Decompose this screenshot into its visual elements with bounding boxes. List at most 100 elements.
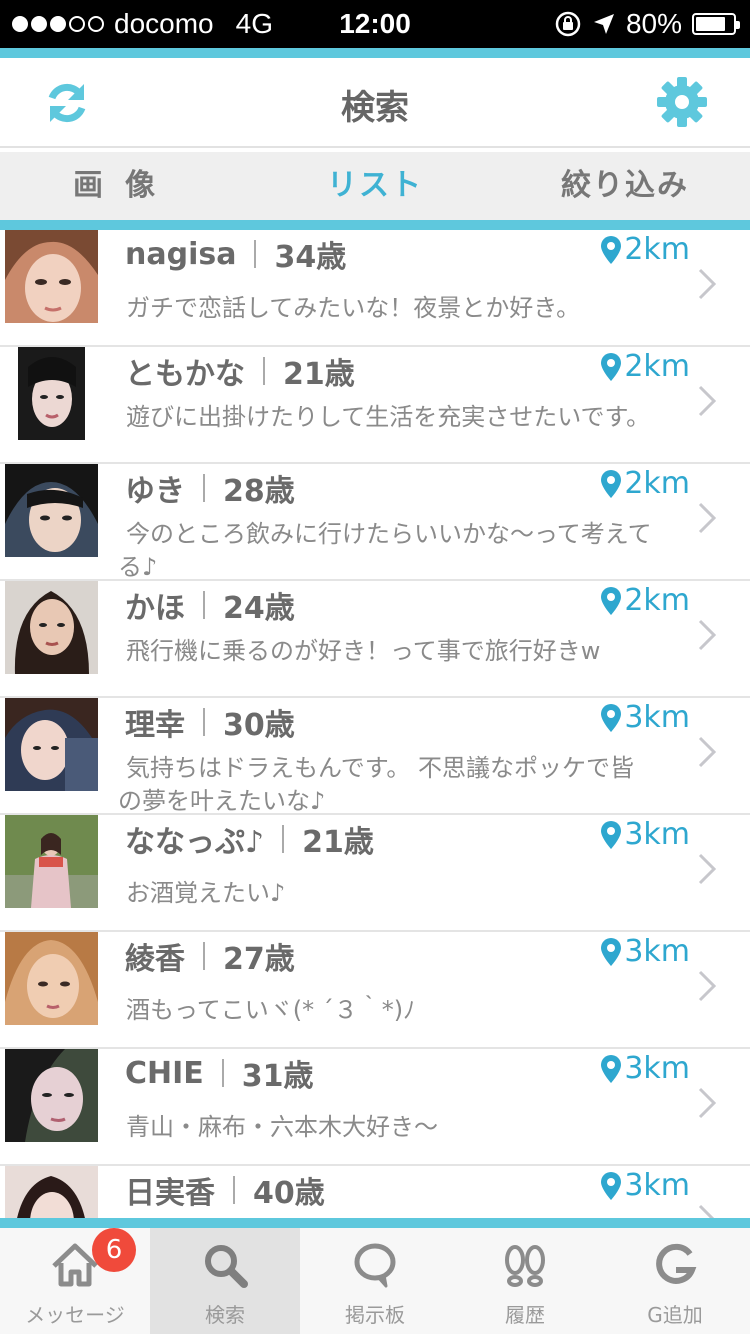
view-tabs: 画像 リスト 絞り込み bbox=[0, 152, 750, 220]
user-age: 21歳 bbox=[302, 825, 374, 860]
speech-bubble-icon bbox=[354, 1243, 396, 1288]
search-icon bbox=[205, 1245, 248, 1288]
rotation-lock-icon bbox=[555, 11, 581, 37]
location-pin-icon bbox=[601, 469, 622, 498]
user-name: 綾香 bbox=[125, 942, 185, 977]
user-name: 理幸 bbox=[125, 708, 185, 743]
distance-value: 3km bbox=[624, 817, 690, 852]
nav-board-label: 掲示板 bbox=[345, 1303, 405, 1327]
distance-value: 3km bbox=[624, 1168, 690, 1203]
location-pin-icon bbox=[601, 586, 622, 615]
user-name-line: 理幸 30歳 bbox=[125, 700, 295, 744]
user-name-line: nagisa 34歳 bbox=[125, 232, 346, 276]
gear-icon bbox=[657, 77, 707, 127]
user-message: ガチで恋話してみたいな！夜景とか好き。 bbox=[126, 294, 581, 322]
list-item[interactable]: 理幸 30歳 3km 気持ちはドラえもんです。 不思議なポッケで皆の夢を叶えたいな… bbox=[0, 698, 750, 815]
user-name-line: CHIE 31歳 bbox=[125, 1051, 314, 1095]
distance-label: 2km bbox=[600, 349, 690, 384]
distance-value: 2km bbox=[624, 583, 690, 618]
chevron-right-icon bbox=[698, 502, 716, 534]
carrier-label: docomo bbox=[114, 8, 214, 39]
user-message: 遊びに出掛けたりして生活を充実させたいです。 bbox=[126, 403, 651, 431]
avatar bbox=[5, 1166, 98, 1218]
chevron-right-icon bbox=[698, 1204, 715, 1218]
user-age: 31歳 bbox=[241, 1059, 314, 1094]
list-item[interactable]: nagisa 34歳 2km ガチで恋話してみたいな！夜景とか好き。 bbox=[0, 230, 750, 347]
user-name: CHIE bbox=[125, 1055, 204, 1091]
list-item[interactable]: かほ 24歳 2km 飛行機に乗るのが好き！って事で旅行好きw bbox=[0, 581, 750, 698]
location-pin-icon bbox=[601, 235, 622, 264]
chevron-right-icon bbox=[698, 853, 716, 885]
location-pin-icon bbox=[601, 1054, 622, 1083]
user-age: 21歳 bbox=[283, 357, 355, 392]
distance-label: 3km bbox=[600, 817, 690, 852]
avatar bbox=[5, 230, 98, 323]
list-item[interactable]: 綾香 27歳 3km 酒もってこいヾ(* ´３｀*)ﾉ bbox=[0, 932, 750, 1049]
network-label: 4G bbox=[235, 8, 273, 39]
user-age: 27歳 bbox=[223, 942, 295, 977]
location-pin-icon bbox=[601, 352, 622, 381]
avatar bbox=[5, 815, 98, 908]
nav-history[interactable]: 履歴 bbox=[450, 1228, 600, 1334]
avatar bbox=[5, 698, 98, 791]
footprints-icon bbox=[505, 1245, 545, 1287]
battery-icon bbox=[692, 13, 740, 35]
user-list: nagisa 34歳 2km ガチで恋話してみたいな！夜景とか好き。 ともかな 21… bbox=[0, 230, 750, 1218]
distance-label: 2km bbox=[600, 466, 690, 501]
nav-g-add[interactable]: G追加 bbox=[600, 1228, 750, 1334]
nav-messages[interactable]: 6 メッセージ bbox=[0, 1228, 150, 1334]
user-name-line: 日実香 40歳 bbox=[125, 1168, 325, 1212]
g-icon bbox=[656, 1243, 697, 1284]
nav-history-label: 履歴 bbox=[505, 1303, 545, 1327]
tabbar-accent-line bbox=[0, 1218, 750, 1228]
distance-label: 3km bbox=[600, 1168, 690, 1203]
user-message: 青山・麻布・六本木大好き〜 bbox=[126, 1113, 438, 1141]
distance-value: 2km bbox=[624, 349, 690, 384]
tab-images[interactable]: 画像 bbox=[0, 152, 250, 220]
user-message: 気持ちはドラえもんです。 不思議なポッケで皆の夢を叶えたいな♪ bbox=[118, 754, 635, 815]
avatar bbox=[5, 464, 98, 557]
user-name: 日実香 bbox=[125, 1176, 215, 1211]
distance-label: 3km bbox=[600, 934, 690, 969]
user-age: 30歳 bbox=[223, 708, 295, 743]
nav-search-label: 検索 bbox=[205, 1303, 245, 1327]
nav-board[interactable]: 掲示板 bbox=[300, 1228, 450, 1334]
page-title: 検索 bbox=[341, 88, 409, 128]
list-item[interactable]: ゆき 28歳 2km 今のところ飲みに行けたらいいかな〜って考えてる♪ bbox=[0, 464, 750, 581]
user-age: 40歳 bbox=[253, 1176, 325, 1211]
user-name-line: 綾香 27歳 bbox=[125, 934, 295, 978]
user-name: かほ bbox=[125, 591, 185, 626]
user-name: ともかな bbox=[125, 357, 245, 392]
distance-value: 3km bbox=[624, 700, 690, 735]
tab-list[interactable]: リスト bbox=[250, 152, 500, 220]
location-pin-icon bbox=[601, 820, 622, 849]
list-item[interactable]: CHIE 31歳 3km 青山・麻布・六本木大好き〜 bbox=[0, 1049, 750, 1166]
signal-strength-icon bbox=[12, 16, 104, 32]
distance-label: 3km bbox=[600, 1051, 690, 1086]
avatar bbox=[18, 347, 85, 440]
distance-value: 2km bbox=[624, 232, 690, 267]
list-item[interactable]: 日実香 40歳 3km bbox=[0, 1166, 750, 1218]
distance-value: 2km bbox=[624, 466, 690, 501]
distance-label: 2km bbox=[600, 583, 690, 618]
avatar bbox=[5, 932, 98, 1025]
location-pin-icon bbox=[601, 703, 622, 732]
user-name-line: かほ 24歳 bbox=[125, 583, 295, 627]
avatar bbox=[5, 1049, 98, 1142]
list-item[interactable]: ななっぷ♪ 21歳 3km お酒覚えたい♪ bbox=[0, 815, 750, 932]
tabs-accent-line bbox=[0, 220, 750, 230]
user-age: 34歳 bbox=[274, 240, 347, 275]
user-message: 酒もってこいヾ(* ´３｀*)ﾉ bbox=[126, 996, 416, 1024]
location-arrow-icon bbox=[593, 14, 614, 34]
user-name: nagisa bbox=[125, 236, 237, 272]
list-item[interactable]: ともかな 21歳 2km 遊びに出掛けたりして生活を充実させたいです。 bbox=[0, 347, 750, 464]
location-pin-icon bbox=[601, 1171, 622, 1200]
user-name-line: ゆき 28歳 bbox=[125, 466, 295, 510]
nav-search[interactable]: 検索 bbox=[150, 1228, 300, 1334]
settings-button[interactable] bbox=[654, 74, 710, 130]
tab-filter[interactable]: 絞り込み bbox=[500, 152, 750, 220]
chevron-right-icon bbox=[698, 619, 716, 651]
user-message: 飛行機に乗るのが好き！って事で旅行好きw bbox=[126, 637, 601, 665]
location-pin-icon bbox=[601, 937, 622, 966]
avatar bbox=[5, 581, 98, 674]
